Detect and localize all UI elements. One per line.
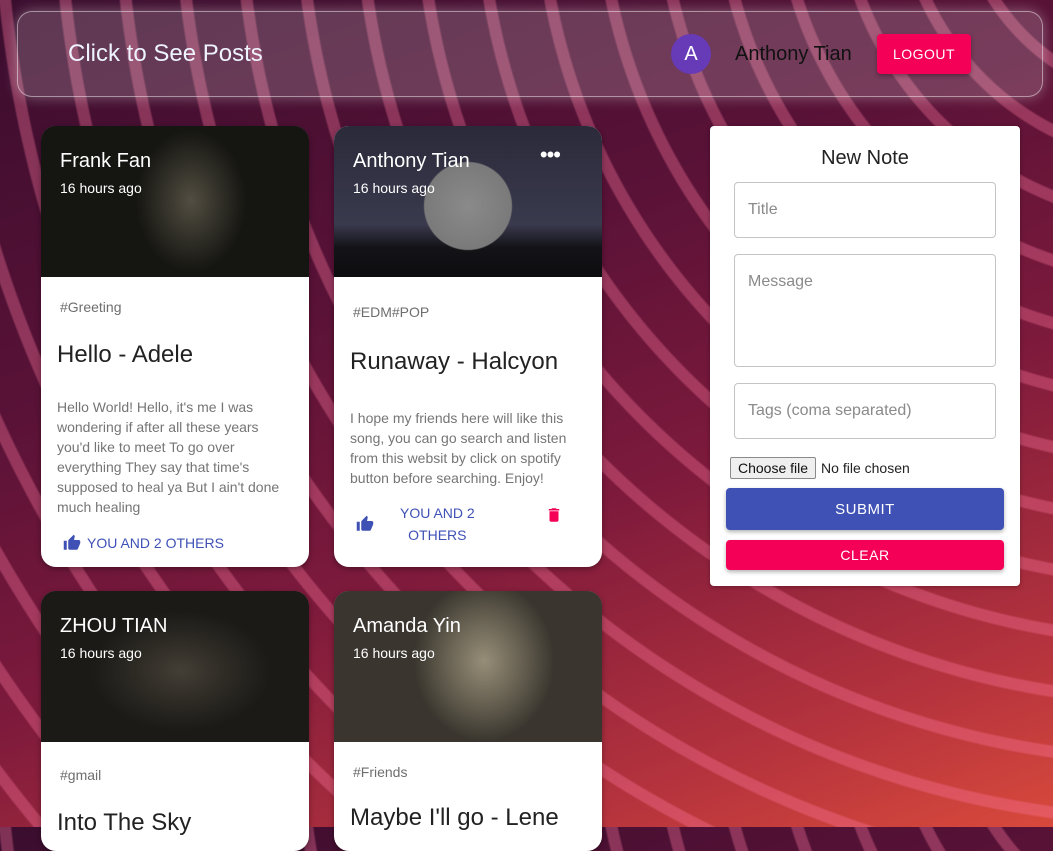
title-input[interactable]: Title xyxy=(734,182,996,238)
post-tags: #EDM#POP xyxy=(353,304,430,320)
like-count-line1: YOU AND 2 xyxy=(400,505,475,521)
post-tags: #Friends xyxy=(353,764,408,780)
post-card[interactable]: Frank Fan 16 hours ago #Greeting Hello -… xyxy=(41,126,309,567)
post-time: 16 hours ago xyxy=(353,180,435,196)
logout-button[interactable]: LOGOUT xyxy=(877,34,971,74)
post-author: ZHOU TIAN xyxy=(60,615,168,637)
post-card[interactable]: ZHOU TIAN 16 hours ago #gmail Into The S… xyxy=(41,591,309,851)
more-horiz-icon[interactable]: ••• xyxy=(540,144,561,166)
post-title: Hello - Adele xyxy=(57,341,194,368)
post-time: 16 hours ago xyxy=(60,180,142,196)
like-count-line2: OTHERS xyxy=(408,527,467,543)
post-author: Anthony Tian xyxy=(353,150,470,172)
username: Anthony Tian xyxy=(735,43,852,65)
like-count: YOU AND 2 OTHERS xyxy=(400,502,475,546)
choose-file-button[interactable]: Choose file xyxy=(730,457,817,479)
post-tags: #gmail xyxy=(60,767,102,783)
image-overlay xyxy=(41,591,309,742)
tags-input[interactable]: Tags (coma separated) xyxy=(734,383,996,439)
post-message: Hello World! Hello, it's me I was wonder… xyxy=(57,399,280,515)
thumb-up-icon xyxy=(63,534,81,550)
message-input[interactable]: Message xyxy=(734,254,996,367)
post-title: Into The Sky xyxy=(57,809,192,836)
post-title: Maybe I'll go - Lene xyxy=(350,804,559,831)
like-button[interactable]: YOU AND 2 OTHERS xyxy=(63,534,224,552)
post-title: Runaway - Halcyon xyxy=(350,348,559,375)
post-time: 16 hours ago xyxy=(60,645,142,661)
like-count: YOU AND 2 OTHERS xyxy=(87,535,224,551)
brand-link[interactable]: Click to See Posts xyxy=(68,40,263,68)
new-note-form: New Note Title Message Tags (coma separa… xyxy=(710,126,1020,586)
thumb-up-icon xyxy=(356,515,374,531)
clear-button[interactable]: CLEAR xyxy=(726,540,1004,570)
post-tags: #Greeting xyxy=(60,299,122,315)
post-card[interactable]: Anthony Tian 16 hours ago ••• #EDM#POP R… xyxy=(334,126,602,567)
submit-button[interactable]: SUBMIT xyxy=(726,488,1004,530)
delete-icon[interactable] xyxy=(545,506,563,524)
post-message: I hope my friends here will like this so… xyxy=(350,410,567,486)
post-author: Amanda Yin xyxy=(353,615,461,637)
card-actions: YOU AND 2 OTHERS xyxy=(334,488,602,548)
post-author: Frank Fan xyxy=(60,150,152,172)
image-overlay xyxy=(334,591,602,742)
avatar: A xyxy=(671,34,711,74)
file-input[interactable]: Choose file No file chosen xyxy=(730,457,910,479)
post-card[interactable]: Amanda Yin 16 hours ago #Friends Maybe I… xyxy=(334,591,602,851)
post-image: Frank Fan 16 hours ago xyxy=(41,126,309,277)
file-status: No file chosen xyxy=(821,460,910,476)
image-overlay xyxy=(41,126,309,277)
post-time: 16 hours ago xyxy=(353,645,435,661)
form-title: New Note xyxy=(821,147,909,169)
post-image: Amanda Yin 16 hours ago xyxy=(334,591,602,742)
card-actions: YOU AND 2 OTHERS xyxy=(41,517,309,563)
like-button[interactable]: YOU AND 2 OTHERS xyxy=(356,502,475,546)
app-bar: Click to See Posts A Anthony Tian LOGOUT xyxy=(17,11,1043,97)
post-image: ZHOU TIAN 16 hours ago xyxy=(41,591,309,742)
post-image: Anthony Tian 16 hours ago ••• xyxy=(334,126,602,277)
